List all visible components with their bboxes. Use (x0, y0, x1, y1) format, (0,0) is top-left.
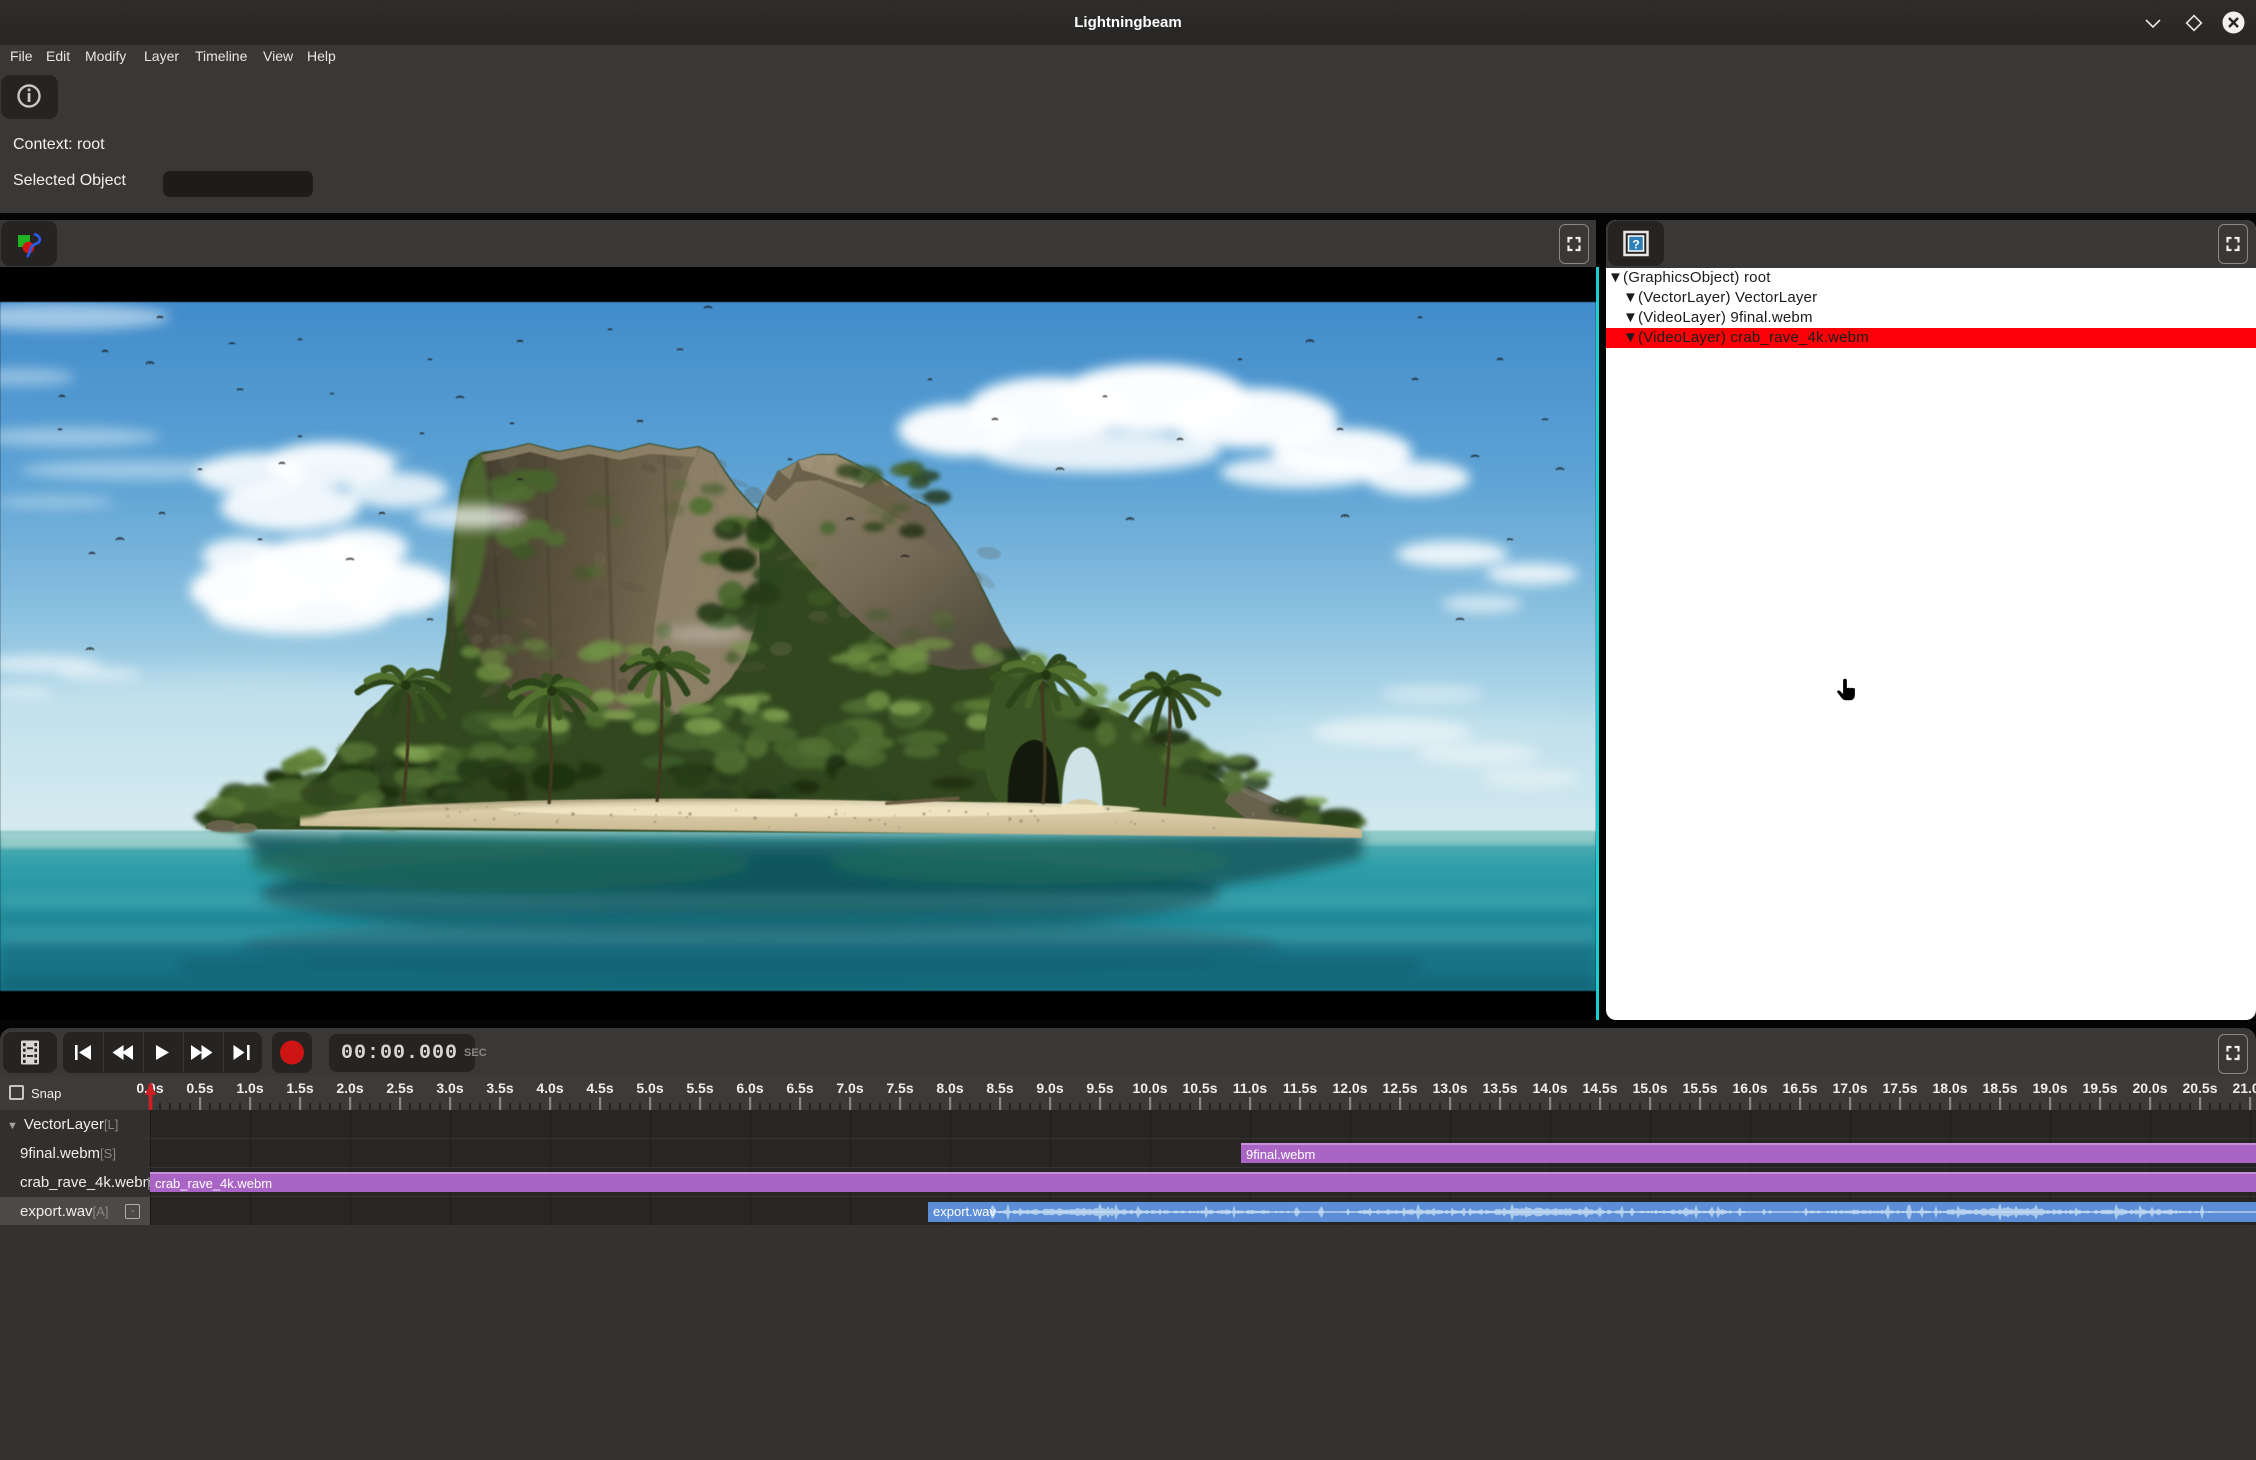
svg-text:16.0s: 16.0s (1732, 1080, 1767, 1096)
svg-text:8.0s: 8.0s (936, 1080, 963, 1096)
svg-text:19.0s: 19.0s (2032, 1080, 2067, 1096)
svg-text:2.5s: 2.5s (386, 1080, 413, 1096)
svg-text:7.0s: 7.0s (836, 1080, 863, 1096)
svg-text:16.5s: 16.5s (1782, 1080, 1817, 1096)
svg-text:13.5s: 13.5s (1482, 1080, 1517, 1096)
svg-text:14.0s: 14.0s (1532, 1080, 1567, 1096)
svg-text:17.5s: 17.5s (1882, 1080, 1917, 1096)
svg-text:6.5s: 6.5s (786, 1080, 813, 1096)
svg-text:14.5s: 14.5s (1582, 1080, 1617, 1096)
svg-text:0.5s: 0.5s (186, 1080, 213, 1096)
svg-text:1.5s: 1.5s (286, 1080, 313, 1096)
svg-text:21.0s: 21.0s (2232, 1080, 2256, 1096)
svg-text:5.0s: 5.0s (636, 1080, 663, 1096)
svg-text:12.5s: 12.5s (1382, 1080, 1417, 1096)
svg-text:13.0s: 13.0s (1432, 1080, 1467, 1096)
svg-text:11.0s: 11.0s (1233, 1080, 1267, 1096)
svg-text:20.0s: 20.0s (2132, 1080, 2167, 1096)
svg-text:15.0s: 15.0s (1632, 1080, 1667, 1096)
svg-text:6.0s: 6.0s (736, 1080, 763, 1096)
svg-text:4.5s: 4.5s (586, 1080, 613, 1096)
svg-text:9.5s: 9.5s (1086, 1080, 1113, 1096)
svg-text:3.5s: 3.5s (486, 1080, 513, 1096)
svg-text:17.0s: 17.0s (1832, 1080, 1867, 1096)
svg-text:2.0s: 2.0s (336, 1080, 363, 1096)
svg-text:1.0s: 1.0s (236, 1080, 263, 1096)
svg-text:18.5s: 18.5s (1982, 1080, 2017, 1096)
svg-text:12.0s: 12.0s (1332, 1080, 1367, 1096)
svg-text:4.0s: 4.0s (536, 1080, 563, 1096)
svg-text:10.5s: 10.5s (1182, 1080, 1217, 1096)
svg-text:9.0s: 9.0s (1036, 1080, 1063, 1096)
svg-text:3.0s: 3.0s (436, 1080, 463, 1096)
svg-text:15.5s: 15.5s (1682, 1080, 1717, 1096)
svg-text:7.5s: 7.5s (886, 1080, 913, 1096)
svg-text:8.5s: 8.5s (986, 1080, 1013, 1096)
svg-text:5.5s: 5.5s (686, 1080, 713, 1096)
svg-text:10.0s: 10.0s (1132, 1080, 1167, 1096)
svg-text:19.5s: 19.5s (2082, 1080, 2117, 1096)
svg-text:18.0s: 18.0s (1932, 1080, 1967, 1096)
svg-text:?: ? (1632, 238, 1639, 252)
svg-text:20.5s: 20.5s (2182, 1080, 2217, 1096)
svg-text:11.5s: 11.5s (1283, 1080, 1317, 1096)
